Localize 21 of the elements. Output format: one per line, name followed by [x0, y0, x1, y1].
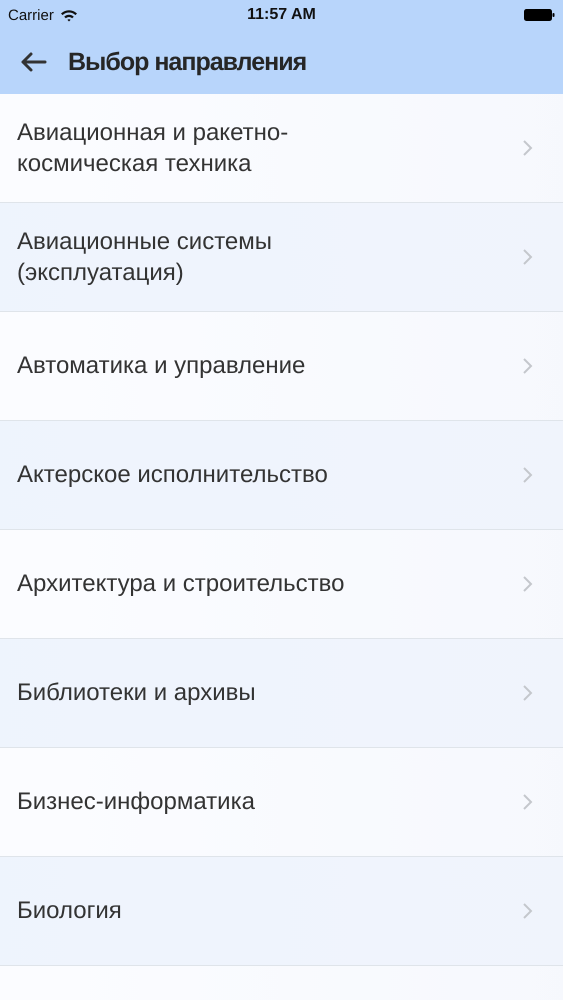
list-item[interactable]: Библиотеки и архивы [0, 639, 563, 748]
chevron-icon [522, 357, 533, 375]
list-item[interactable]: Авиационные системы (эксплуатация) [0, 203, 563, 312]
list-item[interactable]: Авиационная и ракетно- космическая техника [0, 94, 563, 203]
chevron-icon [522, 902, 533, 920]
chevron-icon [522, 248, 533, 266]
carrier-name: Carrier [8, 6, 54, 24]
status-time: 11:57 AM [247, 6, 316, 24]
list-item[interactable]: Биология [0, 857, 563, 966]
list-item[interactable]: Архитектура и строительство [0, 530, 563, 639]
list-item[interactable]: Автоматика и управление [0, 312, 563, 421]
battery-icon [524, 9, 555, 21]
chevron-icon [522, 575, 533, 593]
screen-title: Выбор направления [68, 48, 306, 76]
wifi-icon [60, 8, 78, 22]
chevron-icon [522, 466, 533, 484]
chevron-icon [522, 684, 533, 702]
chevron-icon [522, 139, 533, 157]
chevron-icon [522, 793, 533, 811]
list-item[interactable]: Бизнес-информатика [0, 748, 563, 857]
list-item[interactable]: Актерское исполнительство [0, 421, 563, 530]
